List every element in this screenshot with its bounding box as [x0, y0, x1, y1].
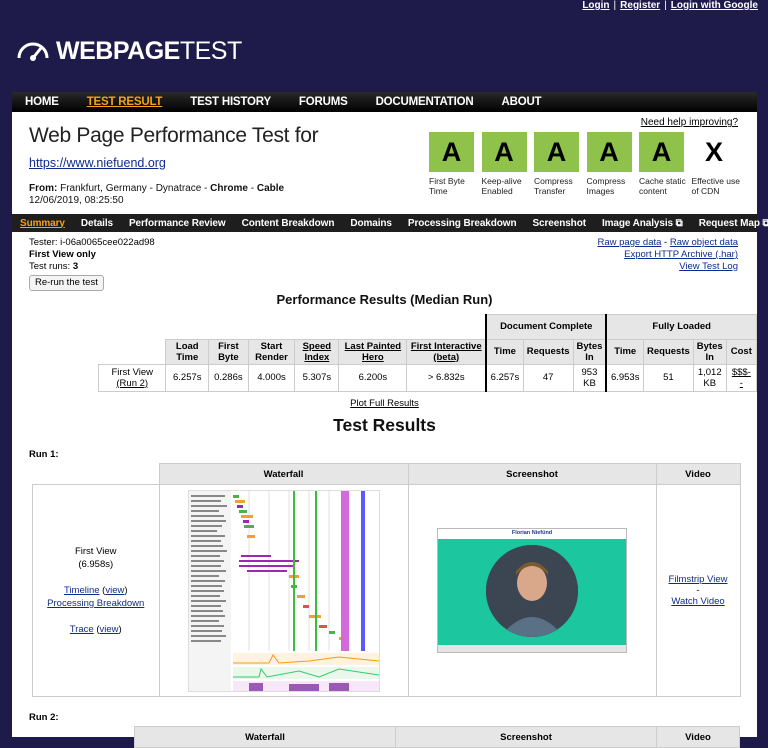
external-link-icon: ⧉ [675, 217, 683, 229]
logo-text-bold: WEBPAGE [56, 36, 180, 65]
fully-loaded-header: Fully Loaded [605, 314, 758, 340]
grade-keep-alive[interactable]: A Keep-alive Enabled [481, 132, 535, 196]
last-painted-hero-link[interactable]: Last Painted Hero [345, 341, 402, 363]
tab-screenshot[interactable]: Screenshot [524, 218, 593, 229]
export-har-link[interactable]: Export HTTP Archive (.har) [624, 249, 738, 260]
external-link-icon: ⧉ [762, 217, 768, 229]
processing-breakdown-link[interactable]: Processing Breakdown [47, 598, 144, 609]
tester-id: Tester: i-06a0065cee022ad98 [29, 237, 155, 248]
timeline-link[interactable]: Timeline [64, 585, 100, 596]
performance-table: Document Complete Fully Loaded Load Time… [97, 314, 758, 392]
nav-home[interactable]: HOME [12, 96, 74, 108]
test-date: 12/06/2019, 08:25:50 [29, 195, 124, 206]
help-improving-link[interactable]: Need help improving? [641, 117, 738, 128]
login-google-link[interactable]: Login with Google [671, 0, 758, 11]
login-link[interactable]: Login [582, 0, 609, 11]
tab-content-breakdown[interactable]: Content Breakdown [234, 218, 343, 229]
result-links: Raw page data - Raw object data Export H… [597, 237, 739, 272]
run-1-table: Waterfall Screenshot Video First View (6… [32, 463, 741, 697]
video-cell: Filmstrip View - Watch Video [655, 484, 741, 697]
result-header: Web Page Performance Test for https://ww… [12, 112, 757, 212]
speed-index-link[interactable]: Speed Index [303, 341, 332, 363]
raw-page-data-link[interactable]: Raw page data [598, 237, 662, 248]
view-mode: First View only [29, 249, 96, 260]
view-test-log-link[interactable]: View Test Log [679, 261, 738, 272]
waterfall-thumbnail[interactable] [187, 489, 380, 692]
first-view-run-1: First View (6.958s) Timeline (view) Proc… [32, 484, 160, 697]
main-content: Web Page Performance Test for https://ww… [12, 112, 768, 748]
webpagetest-logo[interactable]: WEBPAGE TEST [16, 36, 242, 66]
filmstrip-view-link[interactable]: Filmstrip View [669, 574, 728, 585]
run-2-link[interactable]: (Run 2) [116, 378, 148, 389]
grades: A First Byte Time A Keep-alive Enabled A Co… [429, 132, 744, 196]
document-complete-header: Document Complete [485, 314, 607, 340]
grade-first-byte[interactable]: A First Byte Time [429, 132, 482, 196]
tab-summary[interactable]: Summary [12, 218, 73, 229]
nav-test-history[interactable]: TEST HISTORY [177, 96, 286, 108]
profile-photo [486, 545, 578, 637]
tab-details[interactable]: Details [73, 218, 121, 229]
register-link[interactable]: Register [620, 0, 660, 11]
run-2-label: Run 2: [29, 712, 59, 723]
page-title: Web Page Performance Test for [29, 124, 319, 147]
top-links: Login | Register | Login with Google [582, 0, 758, 11]
table-row: First View (6.958s) Timeline (view) Proc… [32, 484, 741, 697]
screenshot-cell: Florian Niefünd [407, 484, 657, 697]
plot-full-results-link[interactable]: Plot Full Results [12, 398, 757, 409]
run-1-label: Run 1: [29, 449, 59, 460]
screenshot-site-name: Florian Niefünd [511, 530, 553, 536]
result-subnav: Summary Details Performance Review Conte… [12, 214, 768, 232]
tested-url-link[interactable]: https://www.niefuend.org [29, 156, 166, 170]
first-view-cell: First View (Run 2) [97, 363, 167, 392]
nav-forums[interactable]: FORUMS [286, 96, 363, 108]
grade-cdn[interactable]: X Effective use of CDN [692, 132, 745, 197]
table-row: First View (Run 2) 6.257s 0.286s 4.000s 5… [97, 363, 758, 392]
screenshot-thumbnail[interactable]: Florian Niefünd [437, 528, 627, 653]
nav-test-result[interactable]: TEST RESULT [74, 96, 178, 108]
watch-video-link[interactable]: Watch Video [671, 596, 724, 607]
waterfall-cell [158, 484, 409, 697]
run-2-table: Waterfall Screenshot Video [32, 726, 740, 748]
test-runs: Test runs: 3 [29, 261, 79, 272]
nav-documentation[interactable]: DOCUMENTATION [363, 96, 489, 108]
grade-compress-images[interactable]: A Compress Images [586, 132, 640, 196]
grade-cache-static[interactable]: A Cache static content [639, 132, 692, 196]
tab-processing-breakdown[interactable]: Processing Breakdown [400, 218, 525, 229]
tab-performance-review[interactable]: Performance Review [121, 218, 234, 229]
first-interactive-link[interactable]: First Interactive (beta) [411, 341, 482, 363]
tab-image-analysis[interactable]: Image Analysis ⧉ [594, 218, 691, 229]
trace-link[interactable]: Trace [70, 624, 94, 635]
cost-link[interactable]: $$$- [732, 367, 751, 378]
raw-object-data-link[interactable]: Raw object data [670, 237, 738, 248]
logo-text: TEST [179, 36, 242, 65]
test-location: From: Frankfurt, Germany - Dynatrace - C… [29, 183, 285, 206]
test-results-heading: Test Results [333, 415, 436, 435]
trace-view-link[interactable]: view [100, 624, 119, 635]
timeline-view-link[interactable]: view [105, 585, 124, 596]
speedometer-icon [17, 42, 49, 61]
main-nav: HOME TEST RESULT TEST HISTORY FORUMS DOC… [12, 92, 757, 112]
rerun-button[interactable]: Re-run the test [29, 275, 104, 291]
nav-about[interactable]: ABOUT [488, 96, 556, 108]
performance-heading: Performance Results (Median Run) [276, 292, 493, 307]
grade-compress-transfer[interactable]: A Compress Transfer [534, 132, 587, 196]
tab-request-map[interactable]: Request Map ⧉ [691, 218, 768, 229]
tab-domains[interactable]: Domains [342, 218, 400, 229]
test-meta: Tester: i-06a0065cee022ad98 First View o… [29, 237, 155, 291]
